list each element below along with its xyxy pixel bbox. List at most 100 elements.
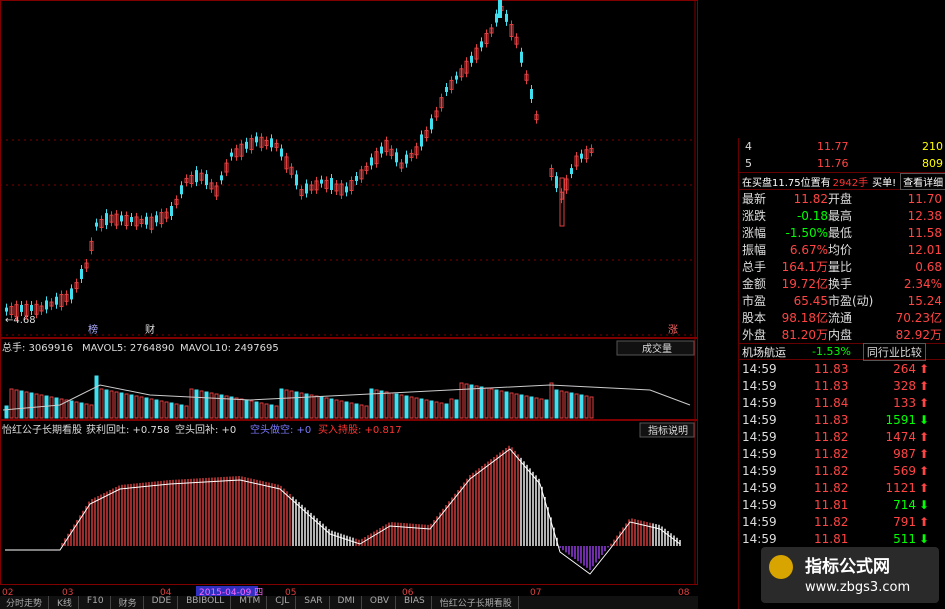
indicator-item: 买入持股: +0.817 xyxy=(318,423,402,436)
order-price: 11.77 xyxy=(817,140,849,153)
volume-bar xyxy=(554,389,559,419)
quote-value: -1.50% xyxy=(785,225,828,240)
candle-body xyxy=(480,41,483,48)
volume-bar xyxy=(154,399,159,419)
arrow-down-icon: ⬇ xyxy=(919,412,930,427)
order-book-row: 4 11.77 210 xyxy=(739,138,945,155)
quote-value: 98.18亿 xyxy=(781,311,828,325)
tick-time: 14:59 xyxy=(742,531,777,546)
quote-panel: 4 11.77 210 5 11.76 809 在买盘11.75位置有 2942手 买单!… xyxy=(738,138,945,609)
candle-body xyxy=(380,146,383,154)
sector-pct: -1.53% xyxy=(812,345,851,358)
volume-bar xyxy=(204,391,209,419)
volume-bar xyxy=(279,388,284,419)
volume-bar xyxy=(514,393,519,419)
candle-body xyxy=(255,136,258,143)
tick-row: 14:59 11.82 987 ⬆ xyxy=(739,445,945,462)
volume-bar xyxy=(414,397,419,419)
bottom-tab[interactable]: F10 xyxy=(81,596,111,609)
tick-volume: 328 xyxy=(893,378,916,393)
tick-price: 11.81 xyxy=(814,531,849,546)
volume-bar xyxy=(389,392,394,419)
volume-bar xyxy=(284,389,289,419)
tick-volume: 987 xyxy=(893,446,916,461)
volume-bar xyxy=(434,401,439,419)
bottom-tab[interactable]: 财务 xyxy=(113,596,144,609)
volume-bar xyxy=(209,392,214,419)
tick-price: 11.83 xyxy=(814,412,849,427)
volume-bar xyxy=(84,403,89,419)
volume-bar xyxy=(144,397,149,419)
volume-bar xyxy=(249,400,254,419)
tick-price: 11.84 xyxy=(814,395,849,410)
bottom-tab[interactable]: DDE xyxy=(146,596,179,609)
volume-bar xyxy=(314,395,319,419)
bottom-tab[interactable]: DMI xyxy=(332,596,362,609)
bottom-tab[interactable]: MTM xyxy=(233,596,268,609)
volume-bar xyxy=(44,395,49,419)
sector-name[interactable]: 机场航运 xyxy=(742,344,786,360)
volume-bar xyxy=(379,390,384,419)
candle-body xyxy=(80,269,83,279)
volume-bar xyxy=(294,391,299,419)
watermark-title: 指标公式网 xyxy=(805,557,890,577)
candle-body xyxy=(220,175,223,181)
bottom-tab[interactable]: SAR xyxy=(298,596,330,609)
candle-body xyxy=(20,304,23,312)
view-detail-link[interactable]: 查看详细 xyxy=(900,172,945,190)
candle-body xyxy=(555,176,558,189)
bottom-tab[interactable]: CJL xyxy=(269,596,297,609)
bottom-tab[interactable]: BIAS xyxy=(398,596,432,609)
quote-value: 164.1万 xyxy=(781,260,828,274)
candle-body xyxy=(498,0,502,18)
tick-time: 14:59 xyxy=(742,395,777,410)
volume-bar xyxy=(454,399,459,419)
order-book-row: 5 11.76 809 xyxy=(739,155,945,172)
volume-bar xyxy=(19,390,24,419)
volume-bar xyxy=(139,396,144,419)
bottom-tab[interactable]: OBV xyxy=(364,596,397,609)
quote-label: 涨幅 xyxy=(742,226,767,240)
volume-bar xyxy=(394,393,399,419)
price-chart[interactable]: 9.356.68←4.68榜财涨总手: 3069916MAVOL5: 27648… xyxy=(0,0,698,609)
volume-bar xyxy=(214,393,219,419)
bottom-tab[interactable]: 怡红公子长期看股 xyxy=(434,596,519,609)
quote-row: 外盘 81.20万 内盘 82.92万 xyxy=(739,326,945,343)
volume-bar xyxy=(364,405,369,419)
volume-bar xyxy=(179,404,184,419)
volume-selector-label[interactable]: 成交量 xyxy=(642,342,672,355)
volume-bar xyxy=(114,391,119,419)
candle-body xyxy=(345,186,348,193)
quote-label: 内盘 xyxy=(828,328,853,342)
tick-volume: 791 xyxy=(893,514,916,529)
arrow-down-icon: ⬇ xyxy=(919,497,930,512)
volume-bar xyxy=(54,397,59,419)
candle-body xyxy=(580,153,583,159)
volume-bar xyxy=(429,400,434,419)
arrow-up-icon: ⬆ xyxy=(919,429,930,444)
bottom-tab[interactable]: K线 xyxy=(51,596,79,609)
volume-bar xyxy=(484,387,489,419)
volume-bar xyxy=(129,394,134,419)
event-marker[interactable]: 涨 xyxy=(668,324,678,336)
tick-row: 14:59 11.81 714 ⬇ xyxy=(739,496,945,513)
tick-row: 14:59 11.81 511 ⬇ xyxy=(739,530,945,547)
banner-tag: 买单! xyxy=(872,177,897,189)
quote-value: 0.68 xyxy=(915,259,942,274)
volume-bar xyxy=(489,388,494,419)
watermark-url: www.zbgs3.com xyxy=(805,580,911,595)
event-marker[interactable]: 财 xyxy=(145,323,155,336)
bottom-tab[interactable]: 分时走势 xyxy=(0,596,50,609)
tick-time: 14:59 xyxy=(742,480,777,495)
quote-value: 12.01 xyxy=(907,242,942,257)
tick-row: 14:59 11.82 569 ⬆ xyxy=(739,462,945,479)
industry-compare-button[interactable]: 同行业比较 xyxy=(862,342,926,361)
bottom-tab[interactable]: BBIBOLL xyxy=(180,596,232,609)
volume-bar xyxy=(574,393,579,419)
quote-row: 涨幅 -1.50% 最低 11.58 xyxy=(739,224,945,241)
event-marker[interactable]: 榜 xyxy=(88,323,98,336)
candle-body xyxy=(520,51,523,63)
order-volume: 809 xyxy=(922,157,943,170)
volume-bar xyxy=(519,394,524,419)
indicator-help-label[interactable]: 指标说明 xyxy=(648,424,688,437)
